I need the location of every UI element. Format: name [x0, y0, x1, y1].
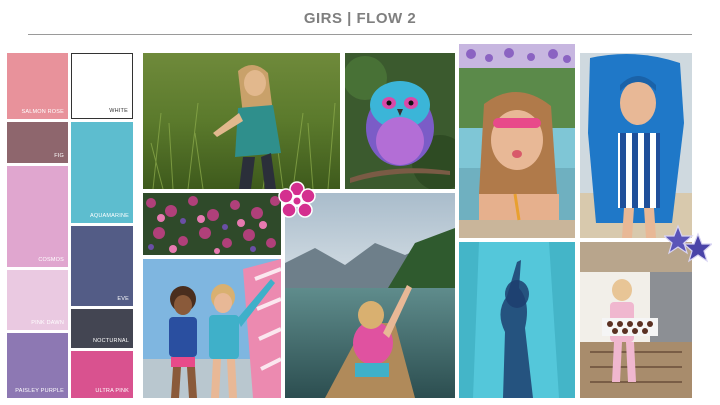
photo-girls-on-beach	[143, 259, 281, 398]
photo-girl-blue-towel	[580, 53, 692, 238]
swatch-label: AQUAMARINE	[90, 213, 129, 219]
swatch-label: COSMOS	[38, 257, 64, 263]
swatch-nocturnal: NOCTURNAL	[71, 309, 133, 348]
swatch-cosmos: COSMOS	[7, 166, 68, 267]
swatch-fig: FIG	[7, 122, 68, 163]
swatch-label: ULTRA PINK	[95, 388, 129, 394]
page-title: GIRS | FLOW 2	[303, 10, 417, 27]
swatch-aquamarine: AQUAMARINE	[71, 122, 133, 223]
photo-girl-in-grass	[143, 53, 340, 189]
photo-colorful-bird	[345, 53, 455, 189]
swatch-ultra-pink: ULTRA PINK	[71, 351, 133, 398]
swatch-white: WHITE	[71, 53, 133, 119]
star-sticker-icon	[662, 224, 714, 264]
swatch-eve: EVE	[71, 226, 133, 306]
swatch-label: WHITE	[109, 108, 128, 114]
swatch-label: EVE	[117, 296, 129, 302]
swatch-salmon-rose: SALMON ROSE	[7, 53, 68, 119]
swatch-pink-dawn: PINK DAWN	[7, 270, 68, 330]
photo-shadow-turquoise	[459, 242, 575, 398]
swatch-paisley-purple: PAISLEY PURPLE	[7, 333, 68, 398]
photo-girl-pool-goggles	[459, 44, 575, 238]
swatch-label: PAISLEY PURPLE	[15, 388, 64, 394]
photo-flower-bed	[143, 193, 281, 255]
swatch-label: FIG	[54, 153, 64, 159]
flower-sticker-icon	[277, 181, 317, 221]
photo-girl-lake-paddleboard	[285, 193, 455, 398]
swatch-label: SALMON ROSE	[21, 109, 64, 115]
swatch-label: NOCTURNAL	[92, 338, 129, 344]
swatch-label: PINK DAWN	[31, 320, 64, 326]
photo-girl-kitchen-tray	[580, 242, 692, 398]
title-divider	[28, 34, 692, 35]
